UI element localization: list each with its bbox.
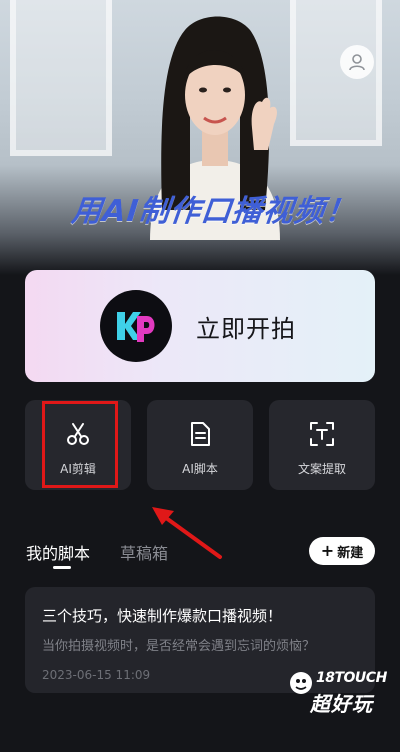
plus-icon: + <box>320 541 335 560</box>
start-shooting-label: 立即开拍 <box>196 314 296 343</box>
new-script-button[interactable]: + 新建 <box>309 537 375 565</box>
tab-my-scripts[interactable]: 我的脚本 <box>26 540 90 564</box>
user-icon <box>349 54 365 71</box>
tool-ai-script[interactable]: AI脚本 <box>147 400 253 490</box>
start-shooting-card[interactable]: 立即开拍 <box>25 270 375 382</box>
profile-button[interactable] <box>340 45 374 79</box>
script-description: 当你拍摄视频时，是否经常会遇到忘词的烦恼？ <box>42 639 316 654</box>
tool-ai-script-label: AI脚本 <box>182 462 218 476</box>
hero-banner[interactable]: 用AI制作口播视频！ <box>0 0 400 275</box>
kp-logo-icon <box>100 290 172 362</box>
tool-text-extract[interactable]: 文案提取 <box>269 400 375 490</box>
annotation-highlight-box <box>42 401 118 488</box>
text-extract-icon <box>308 420 336 448</box>
script-title: 三个技巧，快速制作爆款口播视频！ <box>42 607 283 625</box>
watermark-brand: 18TOUCH <box>316 670 387 686</box>
document-icon <box>186 420 214 448</box>
tab-active-indicator <box>53 566 71 569</box>
new-script-label: 新建 <box>337 545 364 561</box>
watermark-slogan: 超好玩 <box>310 692 373 716</box>
tab-drafts[interactable]: 草稿箱 <box>120 540 168 564</box>
script-date: 2023-06-15 11:09 <box>42 668 151 682</box>
hero-title: 用AI制作口播视频！ <box>69 194 358 229</box>
tool-text-extract-label: 文案提取 <box>297 462 346 476</box>
background-window <box>10 0 112 156</box>
